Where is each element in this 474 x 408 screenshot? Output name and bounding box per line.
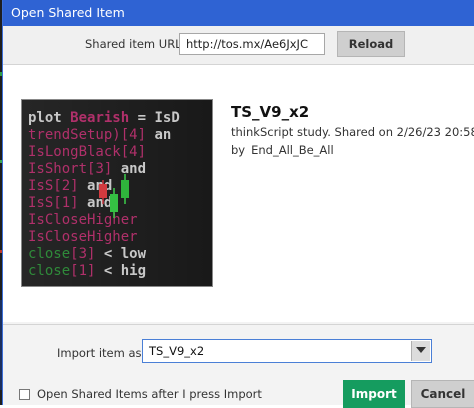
import-as-value[interactable]: TS_V9_x2 <box>149 344 204 358</box>
dialog-footer: Open Shared Items after I press Import I… <box>3 375 474 408</box>
thumbnail-code-line: IsShort[3] and <box>28 161 146 177</box>
item-thumbnail: plot Bearish = IsD trendSetup)[4] an IsLo… <box>21 99 213 287</box>
import-as-combobox[interactable]: TS_V9_x2 <box>142 339 432 363</box>
thumbnail-code-line: plot Bearish = IsD <box>28 110 180 126</box>
import-row: Import item as : TS_V9_x2 <box>3 324 474 375</box>
import-button[interactable]: Import <box>343 380 405 408</box>
thumbnail-code-image: plot Bearish = IsDtrendSetup)[4] an IsLo… <box>22 100 212 286</box>
triangle-down-icon <box>416 347 426 353</box>
thumbnail-code-line: IsCloseHigher <box>28 212 138 228</box>
import-as-label: Import item as : <box>57 346 150 360</box>
url-row: Shared item URL: Reload <box>3 26 474 65</box>
dropdown-button[interactable] <box>411 341 430 361</box>
thumbnail-code-line: close[1] < hig <box>28 263 146 279</box>
reload-button[interactable]: Reload <box>337 31 405 57</box>
item-title: TS_V9_x2 <box>231 103 310 121</box>
item-author-line: by End_All_Be_All <box>231 143 334 157</box>
open-after-import-checkbox[interactable] <box>19 389 30 400</box>
cancel-button[interactable]: Cancel <box>411 380 474 408</box>
shared-url-input[interactable] <box>179 33 325 55</box>
thumbnail-code-line: IsLongBlack[4] <box>28 144 146 160</box>
thumbnail-code-line: IsCloseHigher <box>28 229 138 245</box>
thumbnail-code-line: trendSetup)[4] an <box>28 127 171 143</box>
open-after-import-label[interactable]: Open Shared Items after I press Import <box>37 387 262 401</box>
by-label: by <box>231 143 246 157</box>
open-shared-item-dialog: Open Shared Item Shared item URL: Reload… <box>2 0 474 408</box>
author-name: End_All_Be_All <box>251 143 334 157</box>
url-label: Shared item URL: <box>85 37 186 51</box>
item-preview-panel: plot Bearish = IsD trendSetup)[4] an IsLo… <box>3 65 474 322</box>
window-title: Open Shared Item <box>11 5 125 20</box>
title-bar[interactable]: Open Shared Item <box>3 0 474 26</box>
thumbnail-code-line: close[3] < low <box>28 246 147 262</box>
item-description: thinkScript study. Shared on 2/26/23 20:… <box>231 125 474 139</box>
